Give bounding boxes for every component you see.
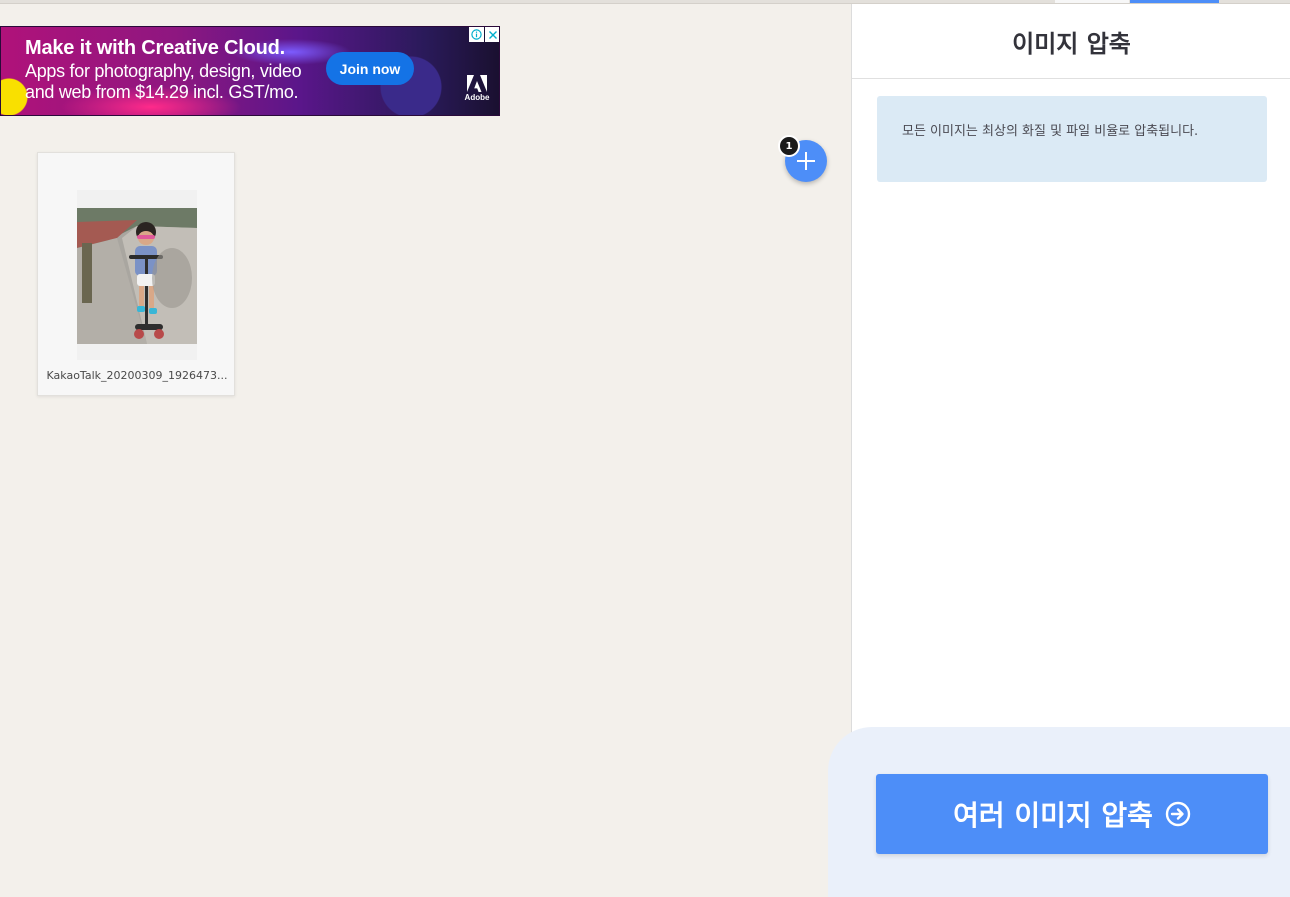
arrow-right-circle-icon (1165, 801, 1191, 827)
ad-brand: Adobe (464, 93, 490, 102)
top-tab-active[interactable] (1130, 0, 1219, 3)
file-name: KakaoTalk_20200309_1926473... (46, 369, 228, 382)
adobe-logo-icon (467, 75, 487, 92)
file-count-badge: 1 (778, 135, 800, 157)
adobe-logo: Adobe (463, 75, 491, 105)
thumbnail-frame (77, 190, 197, 360)
ad-title: Make it with Creative Cloud. (25, 37, 286, 59)
ad-line-2: and web from $14.29 incl. GST/mo. (25, 82, 299, 102)
top-tab-inactive[interactable] (1055, 0, 1129, 3)
compress-images-button[interactable]: 여러 이미지 압축 (876, 774, 1268, 854)
plus-icon (797, 152, 815, 170)
ad-line-1: Apps for photography, design, video (25, 61, 302, 81)
ad-info-icon[interactable] (469, 27, 484, 42)
info-message: 모든 이미지는 최상의 화질 및 파일 비율로 압축됩니다. (877, 96, 1267, 182)
ad-close-icon[interactable] (485, 27, 499, 42)
image-thumbnail (77, 208, 197, 344)
settings-sidebar: 이미지 압축 모든 이미지는 최상의 화질 및 파일 비율로 압축됩니다. 여러… (828, 4, 1290, 897)
compress-button-label: 여러 이미지 압축 (953, 799, 1153, 832)
sidebar-title: 이미지 압축 (852, 4, 1290, 79)
ad-banner[interactable]: Make it with Creative Cloud. Apps for ph… (0, 26, 500, 116)
ad-join-button[interactable]: Join now (326, 52, 414, 85)
file-card[interactable]: KakaoTalk_20200309_1926473... (37, 152, 235, 396)
